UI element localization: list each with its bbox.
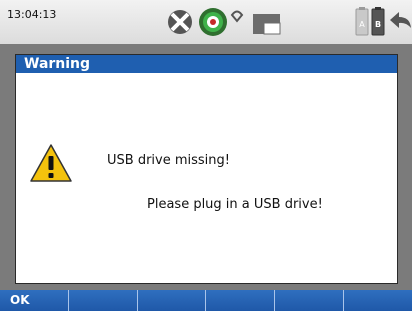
battery-a-icon: A — [355, 7, 369, 36]
status-icons-center — [168, 8, 281, 36]
softkey-2[interactable] — [69, 290, 138, 311]
battery-b-icon: B — [371, 7, 385, 36]
status-bar: 13:04:13 A B — [0, 0, 412, 44]
softkey-bar: OK — [0, 290, 412, 311]
dialog-title: Warning — [16, 55, 397, 73]
wifi-icon — [230, 10, 244, 23]
softkey-6[interactable] — [344, 290, 412, 311]
battery-b-label: B — [375, 20, 381, 29]
ok-button[interactable]: OK — [0, 290, 69, 311]
window-icon[interactable] — [253, 14, 281, 35]
warning-dialog: Warning USB drive missing! Please plug i… — [15, 54, 398, 284]
status-icons-right: A B — [355, 7, 411, 36]
battery-a-label: A — [359, 20, 365, 29]
softkey-5[interactable] — [275, 290, 345, 311]
target-icon[interactable] — [199, 8, 227, 36]
softkey-4[interactable] — [206, 290, 276, 311]
clock: 13:04:13 — [7, 8, 57, 21]
message-line-2: Please plug in a USB drive! — [147, 197, 323, 212]
softkey-3[interactable] — [138, 290, 207, 311]
warning-icon — [30, 144, 72, 182]
message-line-1: USB drive missing! — [107, 153, 230, 168]
close-circle-icon[interactable] — [168, 10, 192, 34]
back-arrow-icon[interactable] — [390, 12, 411, 28]
dialog-frame: Warning USB drive missing! Please plug i… — [0, 44, 412, 290]
